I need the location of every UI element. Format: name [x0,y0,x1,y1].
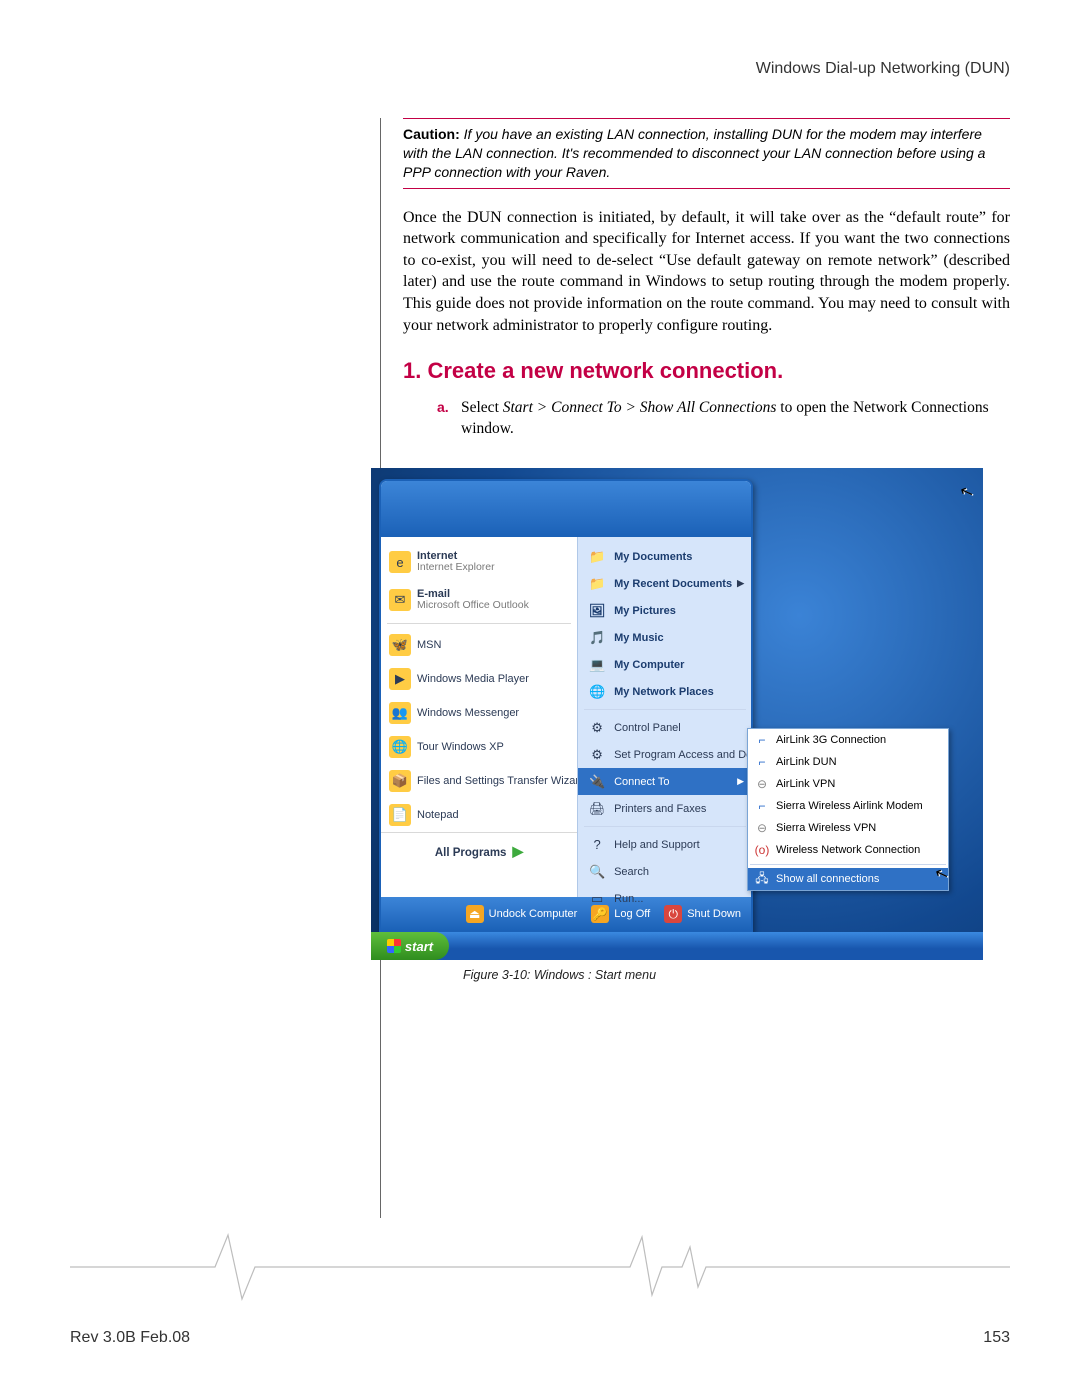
connection-item[interactable]: ⌐AirLink 3G Connection [748,729,948,751]
caution-label: Caution: [403,126,460,142]
app-icon: 📄 [389,804,411,826]
connection-item[interactable]: ⌐Sierra Wireless Airlink Modem [748,795,948,817]
connection-item[interactable]: (o)Wireless Network Connection [748,839,948,861]
start-menu[interactable]: eInternetInternet Explorer✉E-mailMicroso… [379,479,753,933]
section-title: Create a new network connection. [427,358,783,383]
start-menu-right-item[interactable]: 🖨Printers and Faxes [578,795,752,822]
shutdown-button[interactable]: ⏻ Shut Down [664,905,741,923]
app-icon: e [389,551,411,573]
folder-icon: 🌐 [586,681,608,703]
connection-item[interactable]: ⊖AirLink VPN [748,773,948,795]
app-icon: 🌐 [389,736,411,758]
start-menu-right-item[interactable]: 🎵My Music [578,624,752,651]
connection-icon: ⊖ [754,820,770,836]
caution-box: Caution: If you have an existing LAN con… [403,118,1010,189]
step-a-text: Select Start > Connect To > Show All Con… [461,398,1010,440]
connection-item[interactable]: ⌐AirLink DUN [748,751,948,773]
start-menu-right-item[interactable]: 📁My Recent Documents▶ [578,570,752,597]
start-menu-right-item[interactable]: 🌐My Network Places [578,678,752,705]
connection-icon: ⌐ [754,798,770,814]
start-button[interactable]: start [371,932,449,960]
logoff-button[interactable]: 🔑 Log Off [591,905,650,923]
footer-waveform-graphic [70,1227,1010,1307]
connection-item[interactable]: ⊖Sierra Wireless VPN [748,817,948,839]
logoff-label: Log Off [614,908,650,920]
start-menu-pinned-item[interactable]: ✉E-mailMicrosoft Office Outlook [381,581,577,619]
connection-icon: ⌐ [754,732,770,748]
start-menu-right-item[interactable]: ?Help and Support [578,831,752,858]
undock-button[interactable]: ⏏ Undock Computer [466,905,578,923]
footer-revision: Rev 3.0B Feb.08 [70,1329,190,1347]
connect-to-flyout[interactable]: ⌐AirLink 3G Connection⌐AirLink DUN⊖AirLi… [747,728,949,891]
start-menu-right-item[interactable]: 🔍Search [578,858,752,885]
chevron-right-icon: ▶ [737,776,744,787]
app-icon: 🦋 [389,634,411,656]
connection-item[interactable]: 🖧Show all connections [748,868,948,890]
folder-icon: ? [586,834,608,856]
connection-icon: ⌐ [754,754,770,770]
connection-icon: 🖧 [754,871,770,887]
app-icon: 👥 [389,702,411,724]
step-a-prefix: Select [461,399,503,416]
all-programs-button[interactable]: All Programs▶ [381,832,577,870]
app-icon: 📦 [389,770,411,792]
section-heading: 1. Create a new network connection. [403,358,1010,384]
folder-icon: ⚙ [586,744,608,766]
section-number: 1. [403,358,421,383]
folder-icon: 🔌 [586,771,608,793]
folder-icon: 💻 [586,654,608,676]
connection-icon: (o) [754,842,770,858]
start-menu-app-item[interactable]: 🦋MSN [381,628,577,662]
start-menu-app-item[interactable]: 👥Windows Messenger [381,696,577,730]
start-menu-app-item[interactable]: ▶Windows Media Player [381,662,577,696]
step-a-path: Start > Connect To > Show All Connection… [503,399,777,416]
undock-label: Undock Computer [489,908,578,920]
start-menu-right-item[interactable]: ⚙Control Panel [578,714,752,741]
start-menu-right-pane: 📁My Documents📁My Recent Documents▶🖼My Pi… [577,537,752,897]
taskbar[interactable] [371,932,983,960]
start-menu-right-item[interactable]: 🔌Connect To▶ [578,768,752,795]
shutdown-icon: ⏻ [664,905,682,923]
start-menu-right-item[interactable]: 📁My Documents [578,543,752,570]
shutdown-label: Shut Down [687,908,741,920]
page-header-title: Windows Dial-up Networking (DUN) [70,60,1010,78]
chevron-right-icon: ▶ [737,578,744,589]
start-menu-right-item[interactable]: 🖼My Pictures [578,597,752,624]
figure-screenshot: ↖ eInternetInternet Explorer✉E-mailMicro… [371,468,983,960]
start-menu-right-item[interactable]: 💻My Computer [578,651,752,678]
start-button-label: start [405,939,433,954]
folder-icon: 📁 [586,573,608,595]
app-icon: ▶ [389,668,411,690]
folder-icon: 🎵 [586,627,608,649]
undock-icon: ⏏ [466,905,484,923]
folder-icon: 🖼 [586,600,608,622]
start-menu-app-item[interactable]: 📄Notepad [381,798,577,832]
start-menu-left-pane: eInternetInternet Explorer✉E-mailMicroso… [381,537,577,897]
app-icon: ✉ [389,589,411,611]
start-menu-right-item[interactable]: ⚙Set Program Access and Defaults [578,741,752,768]
step-a: a. Select Start > Connect To > Show All … [437,398,1010,440]
logoff-icon: 🔑 [591,905,609,923]
figure-caption: Figure 3-10: Windows : Start menu [463,968,1010,982]
start-menu-header [381,481,751,537]
start-menu-app-item[interactable]: 📦Files and Settings Transfer Wizard [381,764,577,798]
footer-page-number: 153 [983,1329,1010,1347]
folder-icon: ⚙ [586,717,608,739]
folder-icon: 🔍 [586,861,608,883]
body-paragraph: Once the DUN connection is initiated, by… [403,207,1010,337]
start-menu-app-item[interactable]: 🌐Tour Windows XP [381,730,577,764]
windows-flag-icon [387,939,401,953]
connection-icon: ⊖ [754,776,770,792]
left-margin-column [70,118,381,1218]
chevron-right-icon: ▶ [512,843,523,859]
caution-body: If you have an existing LAN connection, … [403,126,985,180]
start-menu-pinned-item[interactable]: eInternetInternet Explorer [381,543,577,581]
folder-icon: 📁 [586,546,608,568]
step-a-letter: a. [437,398,461,440]
folder-icon: 🖨 [586,798,608,820]
